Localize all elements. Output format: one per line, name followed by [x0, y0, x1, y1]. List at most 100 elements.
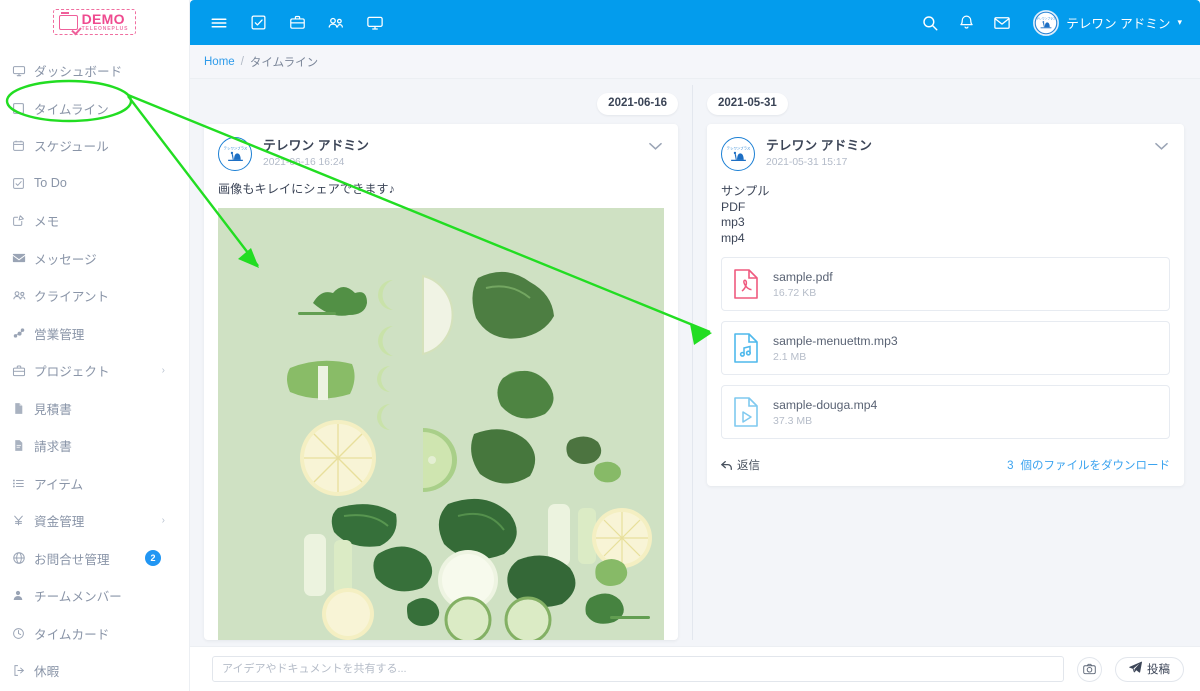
edit-icon: [12, 214, 34, 227]
user-name: テレワン アドミン: [1066, 17, 1171, 31]
sidebar-item-2[interactable]: スケジュール: [0, 127, 189, 165]
chevron-down-icon[interactable]: [1155, 137, 1170, 154]
post-author: テレワン アドミン: [766, 138, 872, 153]
top-header: テレワンプラス テレワン アドミン ▾: [190, 0, 1200, 45]
date-row-left: 2021-06-16: [204, 93, 678, 115]
brand-logo[interactable]: DEMO TELEONEPLUS: [0, 0, 189, 44]
yen-icon: [12, 514, 34, 527]
briefcase-icon[interactable]: [282, 8, 312, 38]
camera-icon[interactable]: [1077, 656, 1102, 682]
sidebar-item-label: 請求書: [34, 440, 72, 455]
sidebar-item-10[interactable]: 請求書: [0, 427, 189, 465]
post-header: テレワンプラス テレワン アドミン 2021-06-16 16:24: [204, 124, 678, 171]
sidebar-item-label: プロジェクト: [34, 365, 110, 380]
logout-icon: [12, 664, 34, 677]
sidebar-item-label: タイムライン: [34, 102, 109, 117]
breadcrumb-separator: /: [240, 55, 244, 68]
attachment-list: sample.pdf 16.72 KB sample-menuettm.mp3 2.1…: [707, 246, 1184, 439]
attachment-size: 37.3 MB: [773, 415, 813, 427]
svg-text:テレワンプラス: テレワンプラス: [1037, 16, 1056, 20]
composer-bar: 投稿: [190, 646, 1200, 691]
avatar: テレワンプラス: [1033, 9, 1060, 36]
check-square-icon: [12, 177, 34, 190]
check-square-icon[interactable]: [243, 8, 273, 38]
pdf-file-icon: [733, 267, 763, 301]
app-root: DEMO TELEONEPLUS ダッシュボード タイムラインスケジュール To D…: [0, 0, 1200, 691]
attachment-name: sample.pdf: [773, 270, 833, 284]
search-icon[interactable]: [915, 8, 945, 38]
sidebar-item-label: クライアント: [34, 290, 110, 305]
users-icon[interactable]: [321, 8, 351, 38]
attachment-size: 16.72 KB: [773, 287, 817, 299]
sidebar-item-4[interactable]: メモ: [0, 202, 189, 240]
sidebar-item-1[interactable]: タイムライン: [0, 90, 189, 128]
sidebar-item-8[interactable]: プロジェクト ›: [0, 352, 189, 390]
monitor-icon[interactable]: [360, 8, 390, 38]
timeline-body: 2021-06-16 テレワンプラス テレワン アドミン 2021-06-16 …: [190, 79, 1200, 646]
sidebar-item-16[interactable]: 休暇: [0, 652, 189, 690]
sidebar-item-0[interactable]: ダッシュボード: [0, 52, 189, 90]
users-icon: [12, 288, 34, 303]
sidebar-item-label: ダッシュボード: [34, 65, 123, 80]
sidebar-item-14[interactable]: チームメンバー: [0, 577, 189, 615]
post-text-line: mp3: [721, 215, 745, 229]
download-files-link[interactable]: 3 個のファイルをダウンロード: [1007, 457, 1170, 473]
breadcrumb: Home / タイムライン: [190, 45, 1200, 79]
attachment-name: sample-menuettm.mp3: [773, 334, 898, 348]
sidebar-item-3[interactable]: To Do: [0, 165, 189, 203]
download-label: 個のファイルをダウンロード: [1020, 460, 1171, 472]
globe-icon: [12, 551, 34, 565]
attachment-item[interactable]: sample.pdf 16.72 KB: [721, 257, 1170, 311]
sidebar-item-label: To Do: [34, 176, 67, 191]
sidebar-item-7[interactable]: 営業管理: [0, 315, 189, 353]
sidebar-item-11[interactable]: アイテム: [0, 465, 189, 503]
reply-button[interactable]: 返信: [721, 457, 760, 473]
post-button[interactable]: 投稿: [1115, 656, 1184, 682]
sidebar-item-label: チームメンバー: [34, 590, 122, 605]
breadcrumb-home[interactable]: Home: [204, 56, 235, 68]
user-menu[interactable]: テレワンプラス テレワン アドミン ▾: [1033, 9, 1182, 36]
date-row-right: 2021-05-31: [707, 93, 1184, 115]
calendar-icon: [12, 139, 34, 152]
status-badge: 2: [145, 550, 161, 567]
chevron-right-icon: ›: [161, 515, 165, 527]
square-icon: [12, 102, 34, 115]
sidebar-item-13[interactable]: お問合せ管理 2: [0, 540, 189, 578]
share-input[interactable]: [212, 656, 1064, 682]
post-text: 画像もキレイにシェアできます♪: [218, 182, 395, 196]
svg-text:テレワンプラス: テレワンプラス: [726, 145, 750, 150]
svg-text:テレワンプラス: テレワンプラス: [223, 145, 247, 150]
briefcase-icon: [12, 364, 34, 378]
post-card-files: テレワンプラス テレワン アドミン 2021-05-31 15:17 サンプル …: [707, 124, 1184, 486]
chevron-down-icon: ▾: [1177, 17, 1182, 27]
sidebar-item-label: 見積書: [34, 402, 72, 417]
post-card-image: テレワンプラス テレワン アドミン 2021-06-16 16:24 画像もキレ…: [204, 124, 678, 640]
sidebar-item-label: タイムカード: [34, 627, 110, 642]
post-image[interactable]: [218, 208, 664, 640]
timeline-column-right: 2021-05-31 テレワンプラス テレワン アドミン 2021-05-31 …: [693, 79, 1200, 646]
sidebar-item-9[interactable]: 見積書: [0, 390, 189, 428]
post-timestamp: 2021-06-16 16:24: [263, 157, 345, 168]
header-left-icons: [190, 8, 390, 38]
person-icon: [12, 589, 34, 602]
sitemap-icon: [12, 326, 34, 340]
envelope-icon[interactable]: [987, 8, 1017, 38]
sidebar-item-label: メッセージ: [34, 252, 97, 267]
post-author: テレワン アドミン: [263, 138, 369, 153]
post-timestamp: 2021-05-31 15:17: [766, 157, 848, 168]
sidebar-item-12[interactable]: 資金管理 ›: [0, 502, 189, 540]
sidebar-item-5[interactable]: メッセージ: [0, 240, 189, 278]
attachment-item[interactable]: sample-menuettm.mp3 2.1 MB: [721, 321, 1170, 375]
attachment-item[interactable]: sample-douga.mp4 37.3 MB: [721, 385, 1170, 439]
chevron-right-icon: ›: [161, 365, 165, 377]
paper-plane-icon: [1129, 661, 1143, 677]
reply-label: 返信: [737, 460, 760, 472]
sidebar-item-15[interactable]: タイムカード: [0, 615, 189, 653]
sidebar-item-6[interactable]: クライアント: [0, 277, 189, 315]
bell-icon[interactable]: [951, 8, 981, 38]
avatar: テレワンプラス: [721, 137, 755, 171]
hamburger-icon[interactable]: [204, 8, 234, 38]
chevron-down-icon[interactable]: [649, 137, 664, 154]
clock-icon: [12, 627, 34, 640]
invoice-icon: [12, 439, 34, 452]
